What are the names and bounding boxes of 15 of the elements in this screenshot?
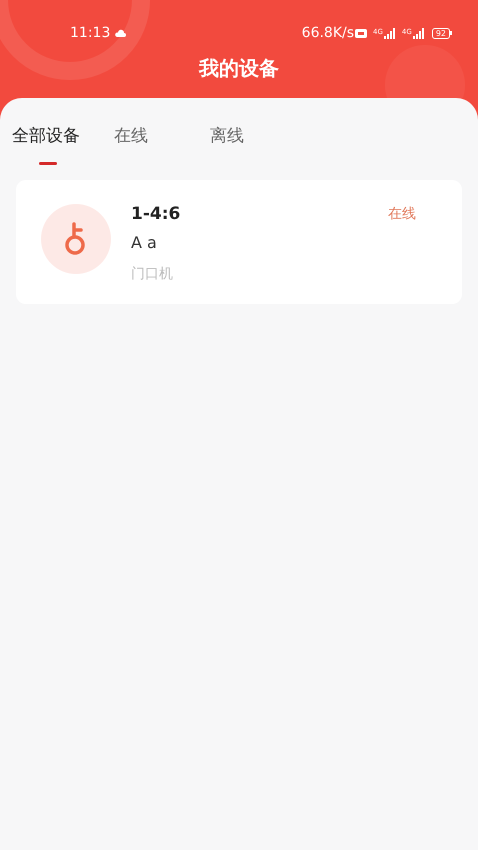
- cloud-icon: [115, 29, 126, 37]
- status-time: 11:13: [70, 24, 110, 42]
- signal-icon: [384, 28, 396, 38]
- tab[interactable]: 离线: [210, 124, 244, 148]
- device-subtitle: A a: [131, 232, 158, 254]
- tab[interactable]: 在线: [114, 124, 148, 148]
- page-title: 我的设备: [198, 55, 280, 82]
- tab[interactable]: 全部设备: [12, 124, 80, 148]
- device-name: 1-4:6: [131, 203, 182, 226]
- battery-icon: 92: [432, 28, 452, 38]
- device-type: 门口机: [131, 265, 174, 284]
- signal-icon: [412, 28, 425, 38]
- network-speed: 66.8K/s: [302, 24, 354, 42]
- device-status: 在线: [388, 205, 416, 224]
- device-card[interactable]: 1-4:6 A a 门口机 在线: [16, 180, 462, 304]
